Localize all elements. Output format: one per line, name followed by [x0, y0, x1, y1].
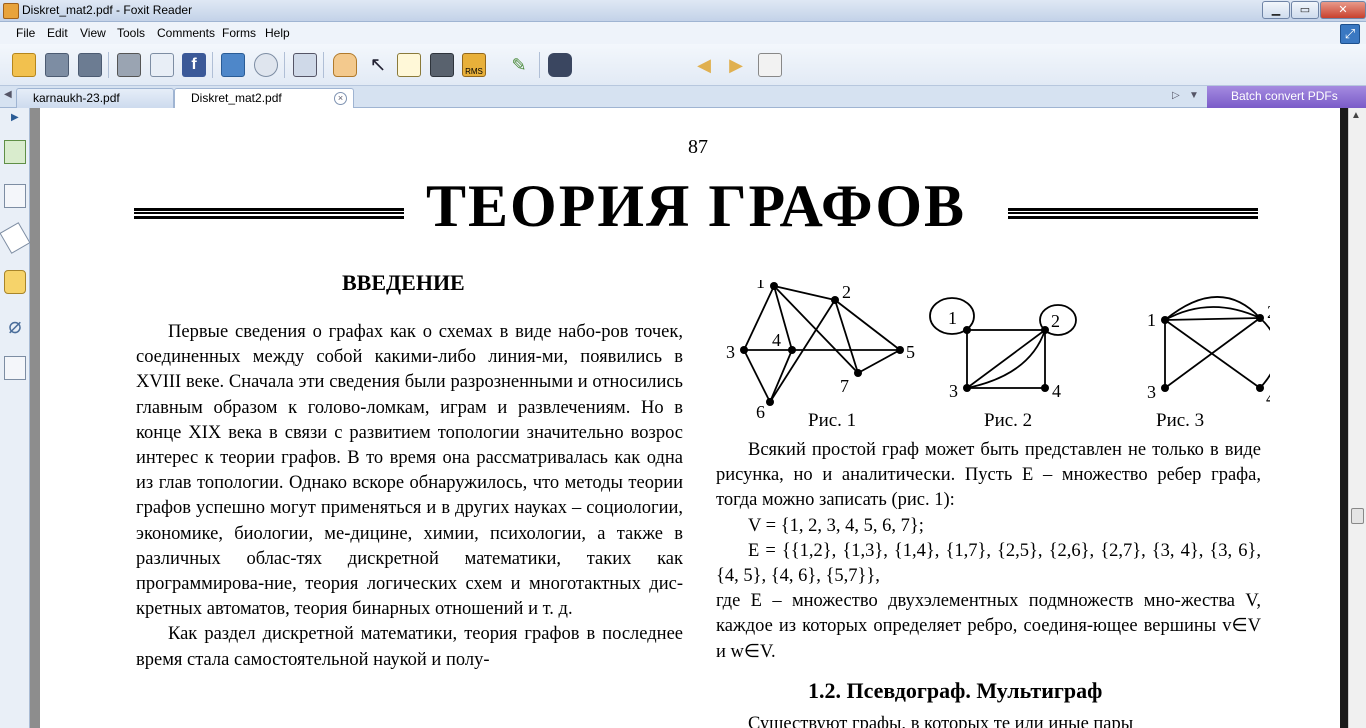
fullscreen-toggle-icon[interactable]: ⤢: [1340, 24, 1360, 44]
pages-icon[interactable]: [4, 184, 26, 208]
close-button[interactable]: ✕: [1320, 1, 1366, 19]
select-icon[interactable]: ↖: [366, 53, 390, 77]
scan-icon[interactable]: [254, 53, 278, 77]
toolbar: f ↖ RMS ✎ ◀ ▶: [0, 44, 1366, 118]
pdf-page: 87 ТЕОРИЯ ГРАФОВ ВВЕДЕНИЕ Первые сведени…: [40, 108, 1342, 728]
text-select-icon[interactable]: [397, 53, 421, 77]
fig1-label-1: 1: [756, 280, 765, 292]
fig1-label-3: 3: [726, 342, 735, 362]
page-gutter: [30, 108, 40, 728]
paragraph: Как раздел дискретной математики, теория…: [136, 624, 683, 670]
email-icon[interactable]: [150, 53, 174, 77]
figure-1-vertices: [740, 282, 904, 406]
title-bar: Diskret_mat2.pdf - Foxit Reader ▁ ▭ ✕: [0, 0, 1366, 22]
tab-karnaukh[interactable]: karnaukh-23.pdf: [16, 88, 174, 108]
fig1-label-6: 6: [756, 402, 765, 422]
save-all-icon[interactable]: [78, 53, 102, 77]
page-number: 87: [688, 136, 708, 158]
fig1-label-2: 2: [842, 282, 851, 302]
expand-panel-icon[interactable]: ▶: [11, 112, 19, 123]
vertical-scrollbar[interactable]: ▲: [1348, 108, 1366, 728]
save-icon[interactable]: [45, 53, 69, 77]
foxit-app-icon: [3, 3, 19, 19]
vertex-set: V = {1, 2, 3, 4, 5, 6, 7};: [748, 515, 924, 536]
edge-set: E = {{1,2}, {1,3}, {1,4}, {1,7}, {2,5}, …: [716, 540, 1261, 587]
tab-scroll-left-icon[interactable]: ◀: [4, 89, 12, 100]
figure-3-edges: [1164, 296, 1270, 389]
compare-icon[interactable]: [293, 53, 317, 77]
fig2-label-1: 1: [948, 308, 957, 328]
layers-icon[interactable]: [0, 222, 31, 254]
tab-scroll-right-icon[interactable]: ▷: [1172, 90, 1180, 101]
menu-bar: File Edit View Tools Comments Forms Help: [0, 22, 1366, 44]
window-title: Diskret_mat2.pdf - Foxit Reader: [22, 3, 193, 17]
batch-convert-button[interactable]: Batch convert PDFs: [1207, 86, 1366, 108]
fig1-label-5: 5: [906, 342, 915, 362]
facebook-icon[interactable]: f: [182, 53, 206, 77]
fig2-label-2: 2: [1051, 311, 1060, 331]
tab-close-icon[interactable]: ×: [334, 92, 347, 105]
fig3-label-4: 4: [1266, 388, 1270, 408]
rms-icon[interactable]: RMS: [462, 53, 486, 77]
maximize-button[interactable]: ▭: [1291, 1, 1319, 19]
fig1-label-7: 7: [840, 376, 849, 396]
bookmark-add-icon[interactable]: [758, 53, 782, 77]
section-heading: 1.2. Псевдограф. Мультиграф: [808, 678, 1103, 703]
sign-icon[interactable]: ✎: [507, 53, 531, 77]
chapter-title: ТЕОРИЯ ГРАФОВ: [426, 173, 967, 239]
minimize-button[interactable]: ▁: [1262, 1, 1290, 19]
figure-1-caption: Рис. 1: [808, 410, 857, 431]
section-heading-intro: ВВЕДЕНИЕ: [342, 270, 465, 295]
fig2-label-4: 4: [1052, 381, 1061, 401]
tab-label: karnaukh-23.pdf: [33, 91, 120, 105]
tab-list-dropdown-icon[interactable]: ▼: [1189, 90, 1199, 101]
menu-tools[interactable]: Tools: [117, 26, 145, 40]
right-column-text: Всякий простой граф может быть представл…: [716, 438, 1261, 665]
fig3-label-2: 2: [1267, 302, 1270, 322]
open-icon[interactable]: [12, 53, 36, 77]
scrollbar-thumb[interactable]: [1351, 508, 1364, 524]
fig2-label-3: 3: [949, 381, 958, 401]
cut-off-line: Существуют графы, в которых те или иные …: [748, 714, 1134, 728]
binoculars-icon[interactable]: [548, 53, 572, 77]
tab-label: Diskret_mat2.pdf: [191, 91, 282, 105]
fig3-label-3: 3: [1147, 382, 1156, 402]
find-next-icon[interactable]: ▶: [724, 53, 748, 77]
menu-file[interactable]: File: [16, 26, 35, 40]
paragraph: где E – множество двухэлементных подмнож…: [716, 591, 1261, 662]
title-rule-right: [1008, 208, 1258, 219]
menu-view[interactable]: View: [80, 26, 106, 40]
menu-comments[interactable]: Comments: [157, 26, 215, 40]
menu-edit[interactable]: Edit: [47, 26, 68, 40]
print-icon[interactable]: [117, 53, 141, 77]
paragraph: Всякий простой граф может быть представл…: [716, 440, 1261, 511]
screen-icon[interactable]: [221, 53, 245, 77]
menu-help[interactable]: Help: [265, 26, 290, 40]
fig1-label-4: 4: [772, 330, 781, 350]
fig3-label-1: 1: [1147, 310, 1156, 330]
menu-forms[interactable]: Forms: [222, 26, 256, 40]
comments-icon[interactable]: [4, 270, 26, 294]
left-column-text: Первые сведения о графах как о схемах в …: [136, 320, 683, 673]
snapshot-icon[interactable]: [430, 53, 454, 77]
tab-diskret[interactable]: Diskret_mat2.pdf ×: [174, 88, 354, 109]
figure-1-edges: [743, 285, 901, 403]
bookmarks-icon[interactable]: [4, 140, 26, 164]
figure-3-caption: Рис. 3: [1156, 410, 1205, 431]
page-edge-shadow: [1340, 108, 1348, 728]
signatures-icon[interactable]: [4, 356, 26, 380]
document-tab-bar: ◀ karnaukh-23.pdf Diskret_mat2.pdf × ▷ ▼: [0, 86, 1366, 109]
scroll-up-icon[interactable]: ▲: [1351, 110, 1361, 121]
title-rule-left: [134, 208, 404, 219]
paragraph: Первые сведения о графах как о схемах в …: [136, 322, 683, 620]
attachments-icon[interactable]: ⌀: [4, 314, 26, 338]
hand-icon[interactable]: [333, 53, 357, 77]
navigation-panel: ▶ ⌀: [0, 108, 31, 728]
find-previous-icon[interactable]: ◀: [692, 53, 716, 77]
figure-2-caption: Рис. 2: [984, 410, 1033, 431]
